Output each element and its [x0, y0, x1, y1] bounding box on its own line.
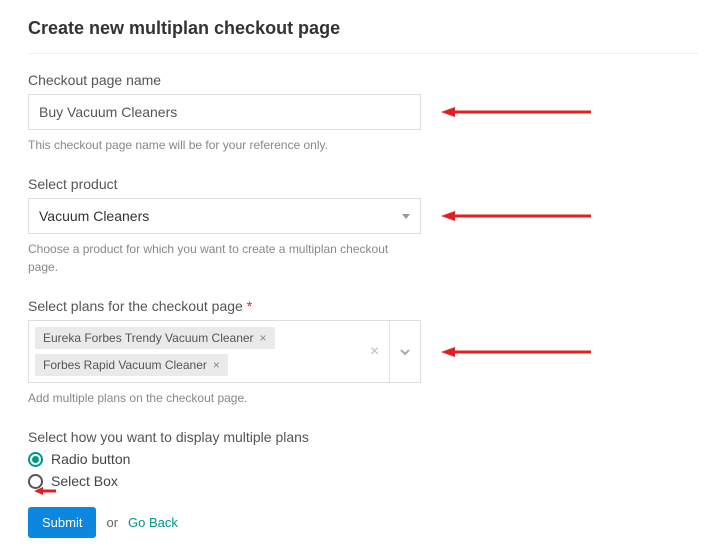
display-option-radio[interactable]: Radio button: [28, 451, 698, 467]
checkout-name-label: Checkout page name: [28, 72, 698, 88]
display-option-select-box[interactable]: Select Box: [28, 473, 698, 489]
annotation-arrow: [441, 342, 591, 362]
display-option-label: Select Box: [51, 473, 118, 489]
checkout-name-help: This checkout page name will be for your…: [28, 136, 698, 154]
annotation-arrow: [441, 206, 591, 226]
display-mode-label: Select how you want to display multiple …: [28, 429, 698, 445]
expand-plans-icon[interactable]: [390, 321, 420, 382]
plan-tag: Eureka Forbes Trendy Vacuum Cleaner ×: [35, 327, 275, 349]
page-title: Create new multiplan checkout page: [28, 18, 698, 54]
remove-tag-icon[interactable]: ×: [260, 331, 267, 345]
plan-tag-label: Eureka Forbes Trendy Vacuum Cleaner: [43, 331, 254, 345]
select-plans-help: Add multiple plans on the checkout page.: [28, 389, 698, 407]
plans-tags-area[interactable]: Eureka Forbes Trendy Vacuum Cleaner × Fo…: [29, 321, 360, 382]
select-product-dropdown[interactable]: Vacuum Cleaners: [28, 198, 421, 234]
submit-button[interactable]: Submit: [28, 507, 96, 538]
display-option-label: Radio button: [51, 451, 130, 467]
field-display-mode: Select how you want to display multiple …: [28, 429, 698, 489]
chevron-down-icon: [402, 214, 410, 219]
select-plans-label: Select plans for the checkout page *: [28, 298, 698, 314]
field-select-plans: Select plans for the checkout page * Eur…: [28, 298, 698, 407]
plan-tag: Forbes Rapid Vacuum Cleaner ×: [35, 354, 228, 376]
select-plans-multiselect[interactable]: Eureka Forbes Trendy Vacuum Cleaner × Fo…: [28, 320, 421, 383]
remove-tag-icon[interactable]: ×: [213, 358, 220, 372]
go-back-link[interactable]: Go Back: [128, 515, 178, 530]
annotation-arrow-small: [34, 484, 56, 503]
clear-plans-icon[interactable]: ×: [360, 321, 390, 382]
field-checkout-name: Checkout page name This checkout page na…: [28, 72, 698, 154]
required-marker: *: [247, 298, 252, 314]
annotation-arrow: [441, 102, 591, 122]
select-product-label: Select product: [28, 176, 698, 192]
checkout-name-input[interactable]: [28, 94, 421, 130]
radio-icon[interactable]: [28, 452, 43, 467]
field-select-product: Select product Vacuum Cleaners Choose a …: [28, 176, 698, 276]
select-product-help: Choose a product for which you want to c…: [28, 240, 421, 276]
or-text: or: [106, 515, 118, 530]
select-product-value: Vacuum Cleaners: [39, 208, 149, 224]
form-actions: Submit or Go Back: [28, 507, 698, 538]
plan-tag-label: Forbes Rapid Vacuum Cleaner: [43, 358, 207, 372]
